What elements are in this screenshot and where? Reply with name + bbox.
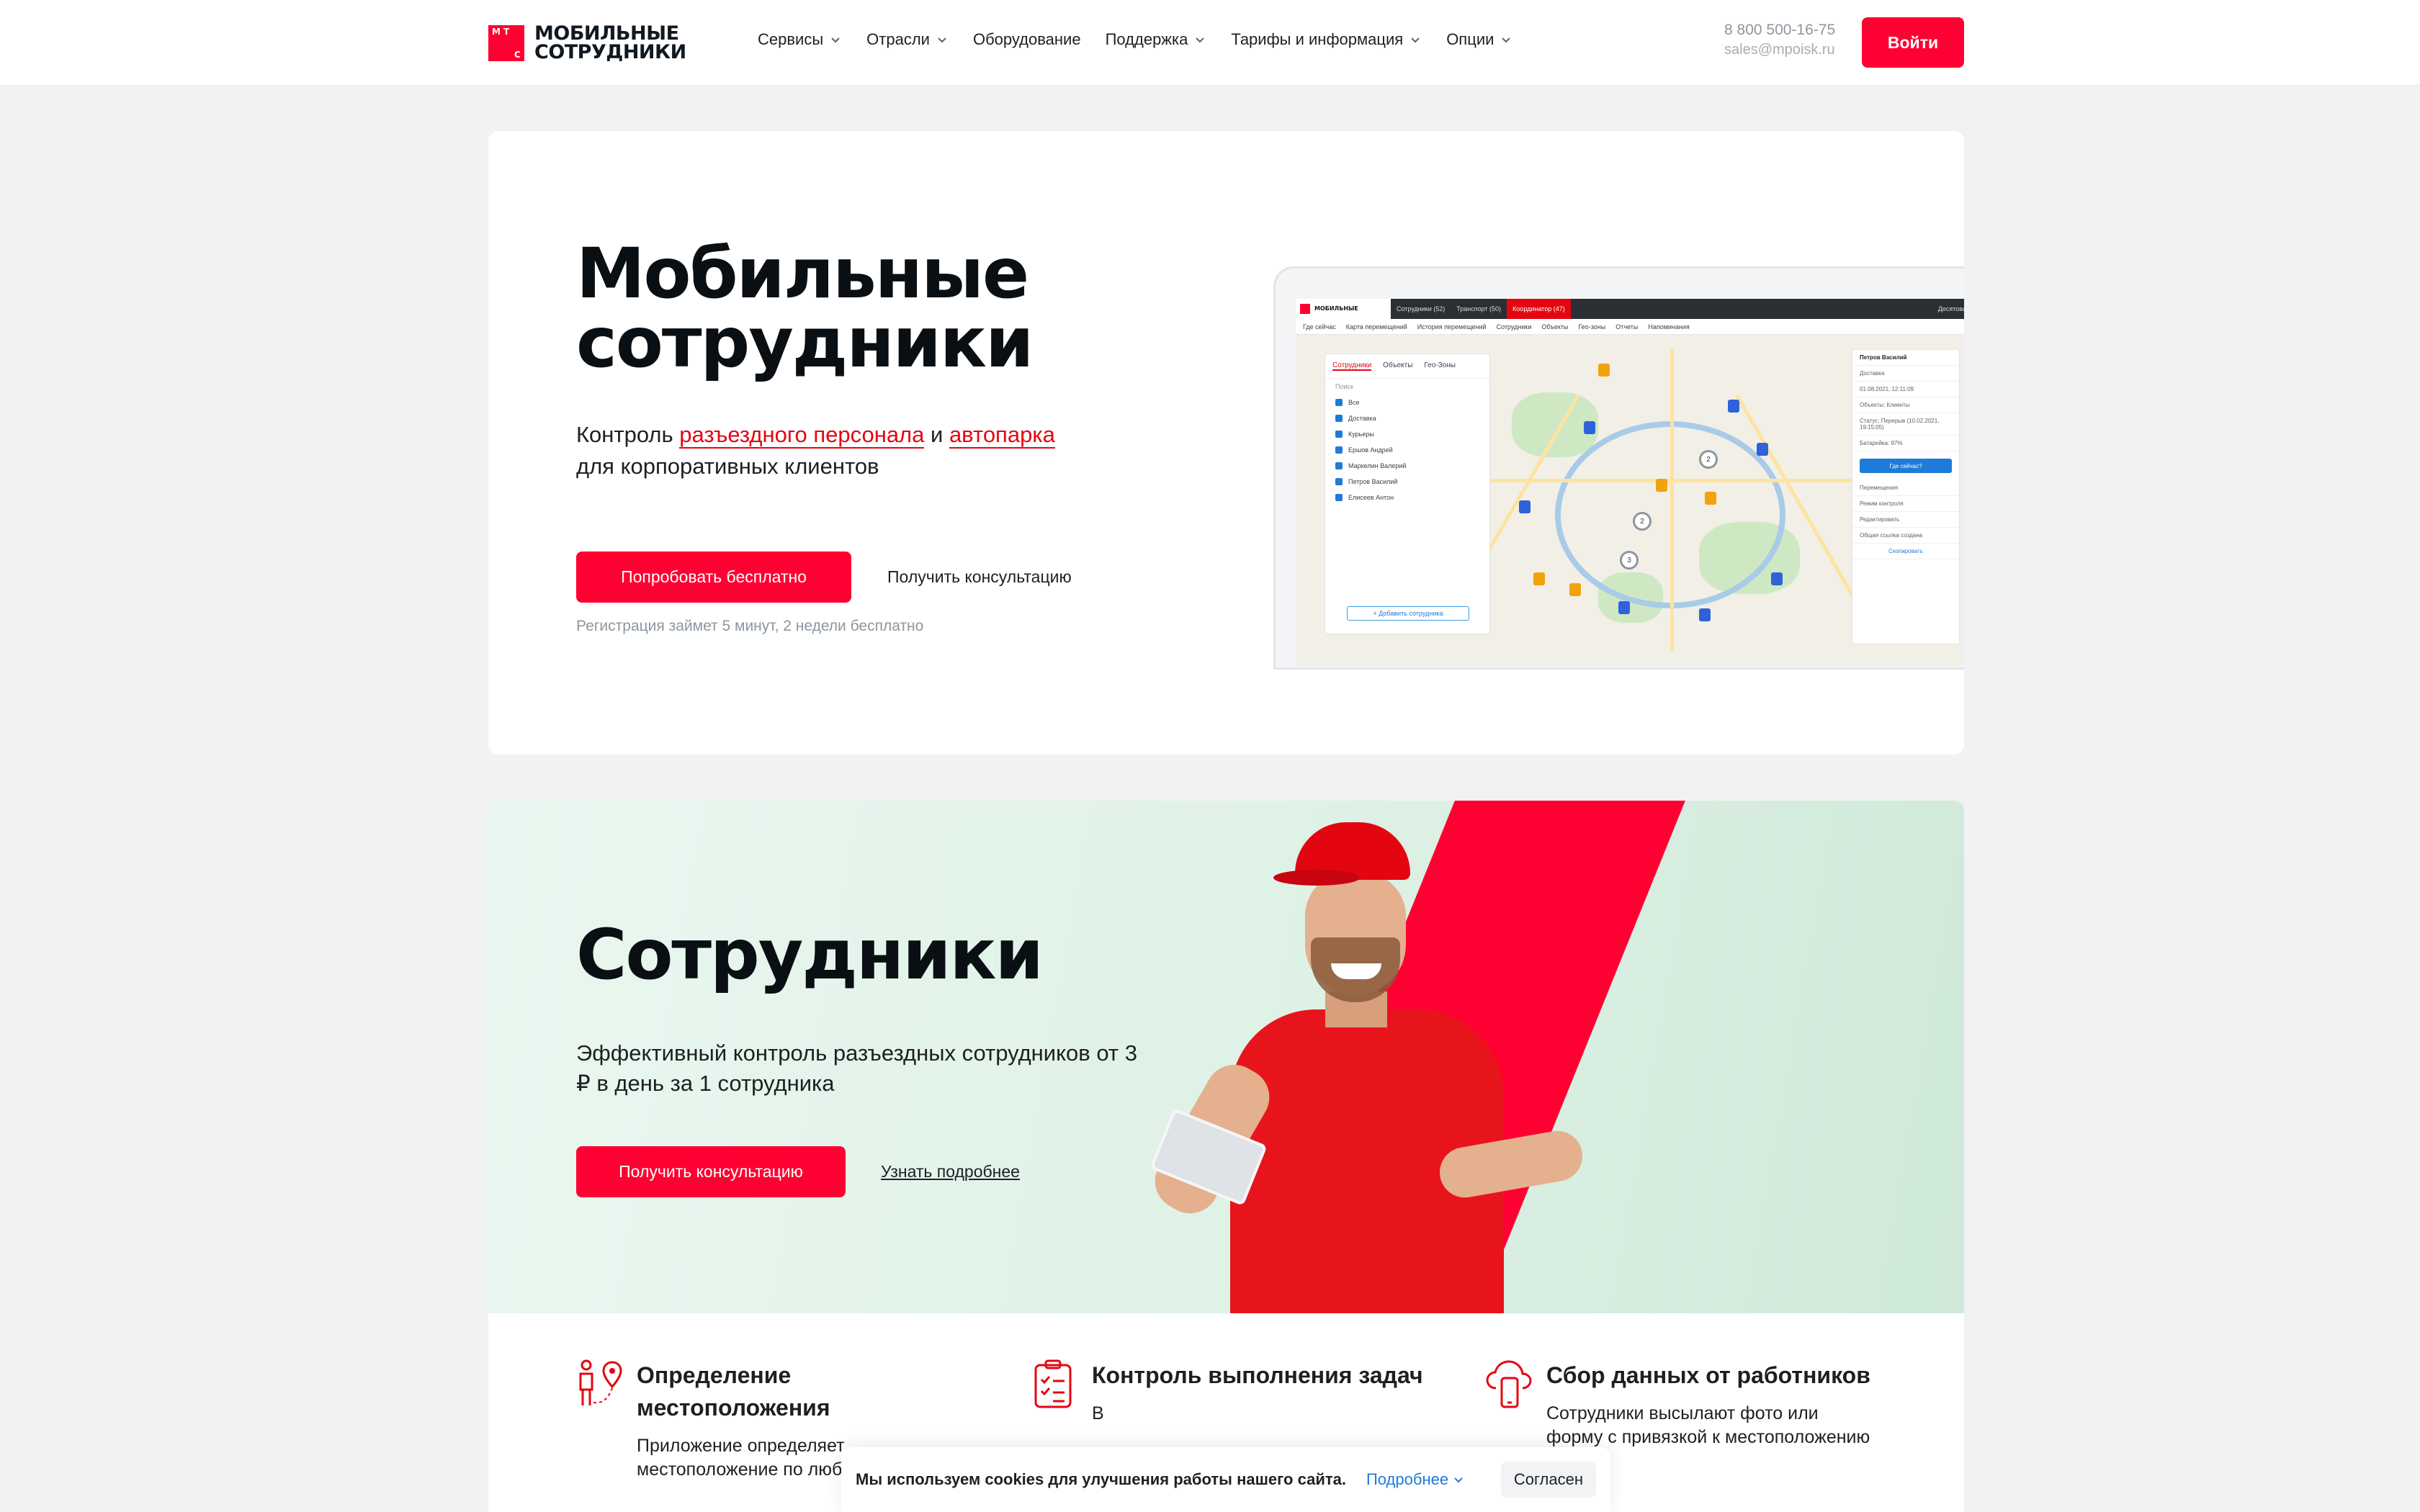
chevron-down-icon [831, 37, 840, 43]
app-user: Десятова Марина [1937, 305, 1964, 312]
cookie-accept-button[interactable]: Согласен [1500, 1462, 1596, 1498]
cookie-text: Мы используем cookies для улучшения рабо… [856, 1470, 1346, 1488]
cloud-phone-icon [1486, 1360, 1532, 1408]
get-consultation-link[interactable]: Получить консультацию [887, 567, 1072, 587]
chevron-down-icon [1411, 37, 1420, 43]
site-header: М Т С МОБИЛЬНЫЕ СОТРУДНИКИ Сервисы Отрас… [0, 0, 2420, 85]
app-logo: МОБИЛЬНЫЕ [1296, 299, 1391, 319]
logo-text: МОБИЛЬНЫЕ СОТРУДНИКИ [534, 22, 686, 63]
nav-item-equipment[interactable]: Оборудование [973, 30, 1081, 49]
nav-item-support[interactable]: Поддержка [1106, 30, 1207, 49]
employees-title: Сотрудники [576, 914, 1044, 995]
feature-tasks: Контроль выполнения задач В [1031, 1359, 1435, 1426]
login-button[interactable]: Войти [1862, 17, 1964, 68]
courier-photo [1144, 822, 1612, 1313]
hero-subtitle: Контроль разъездного персонала и автопар… [576, 422, 1055, 479]
hero-title: Мобильные сотрудники [576, 233, 1034, 383]
nav-item-tariffs[interactable]: Тарифы и информация [1231, 30, 1422, 49]
nav-item-services[interactable]: Сервисы [758, 30, 842, 49]
nav-item-industries[interactable]: Отрасли [866, 30, 949, 49]
employees-subtitle: Эффективный контроль разъездных сотрудни… [576, 1040, 1137, 1096]
app-tab: Транспорт (50) [1456, 305, 1502, 312]
feature-data-collection: Сбор данных от работников Сотрудники выс… [1486, 1359, 1889, 1449]
registration-note: Регистрация займет 5 минут, 2 недели бес… [576, 618, 924, 634]
contacts: 8 800 500-16-75 sales@mpoisk.ru [1724, 22, 1835, 58]
location-person-icon [579, 1359, 622, 1405]
hero-card: Мобильные сотрудники Контроль разъездног… [488, 131, 1964, 755]
phone-link[interactable]: 8 800 500-16-75 [1724, 22, 1835, 39]
mts-logo-icon: М Т С [488, 25, 524, 61]
app-preview-laptop: МОБИЛЬНЫЕ Сотрудники (52) Транспорт (50)… [1273, 266, 1964, 670]
employees-section: Сотрудники Эффективный контроль разъездн… [488, 801, 1964, 1512]
chevron-down-icon [1196, 37, 1205, 43]
cookie-banner: Мы используем cookies для улучшения рабо… [841, 1447, 1610, 1512]
cookie-more-link[interactable]: Подробнее [1366, 1470, 1464, 1489]
task-checklist-icon [1034, 1359, 1072, 1408]
main-nav: Сервисы Отрасли Оборудование Поддержка Т… [758, 30, 1512, 49]
try-free-button[interactable]: Попробовать бесплатно [576, 552, 851, 603]
fleet-link[interactable]: автопарка [949, 422, 1055, 449]
app-topbar: МОБИЛЬНЫЕ Сотрудники (52) Транспорт (50)… [1296, 299, 1964, 319]
app-tab: Сотрудники (52) [1397, 305, 1446, 312]
nav-item-options[interactable]: Опции [1446, 30, 1512, 49]
employees-banner: Сотрудники Эффективный контроль разъездн… [488, 801, 1964, 1313]
employees-panel: Сотрудники Объекты Гео-Зоны Поиск Все До… [1325, 354, 1490, 634]
logo[interactable]: М Т С МОБИЛЬНЫЕ СОТРУДНИКИ [488, 24, 686, 62]
employees-consult-button[interactable]: Получить консультацию [576, 1146, 846, 1197]
app-tab-active: Координатор (47) [1507, 299, 1571, 319]
chevron-down-icon [938, 37, 946, 43]
learn-more-link[interactable]: Узнать подробнее [881, 1162, 1020, 1182]
chevron-down-icon [1502, 37, 1511, 43]
chevron-down-icon [1454, 1477, 1463, 1483]
app-menu: Где сейчас Карта перемещений История пер… [1296, 319, 1964, 335]
app-preview-screen: МОБИЛЬНЫЕ Сотрудники (52) Транспорт (50)… [1296, 299, 1964, 666]
email-link[interactable]: sales@mpoisk.ru [1724, 42, 1835, 58]
field-staff-link[interactable]: разъездного персонала [679, 422, 925, 449]
employee-detail-panel: Петров Василий Доставка 01.08.2021, 12:1… [1852, 349, 1960, 644]
